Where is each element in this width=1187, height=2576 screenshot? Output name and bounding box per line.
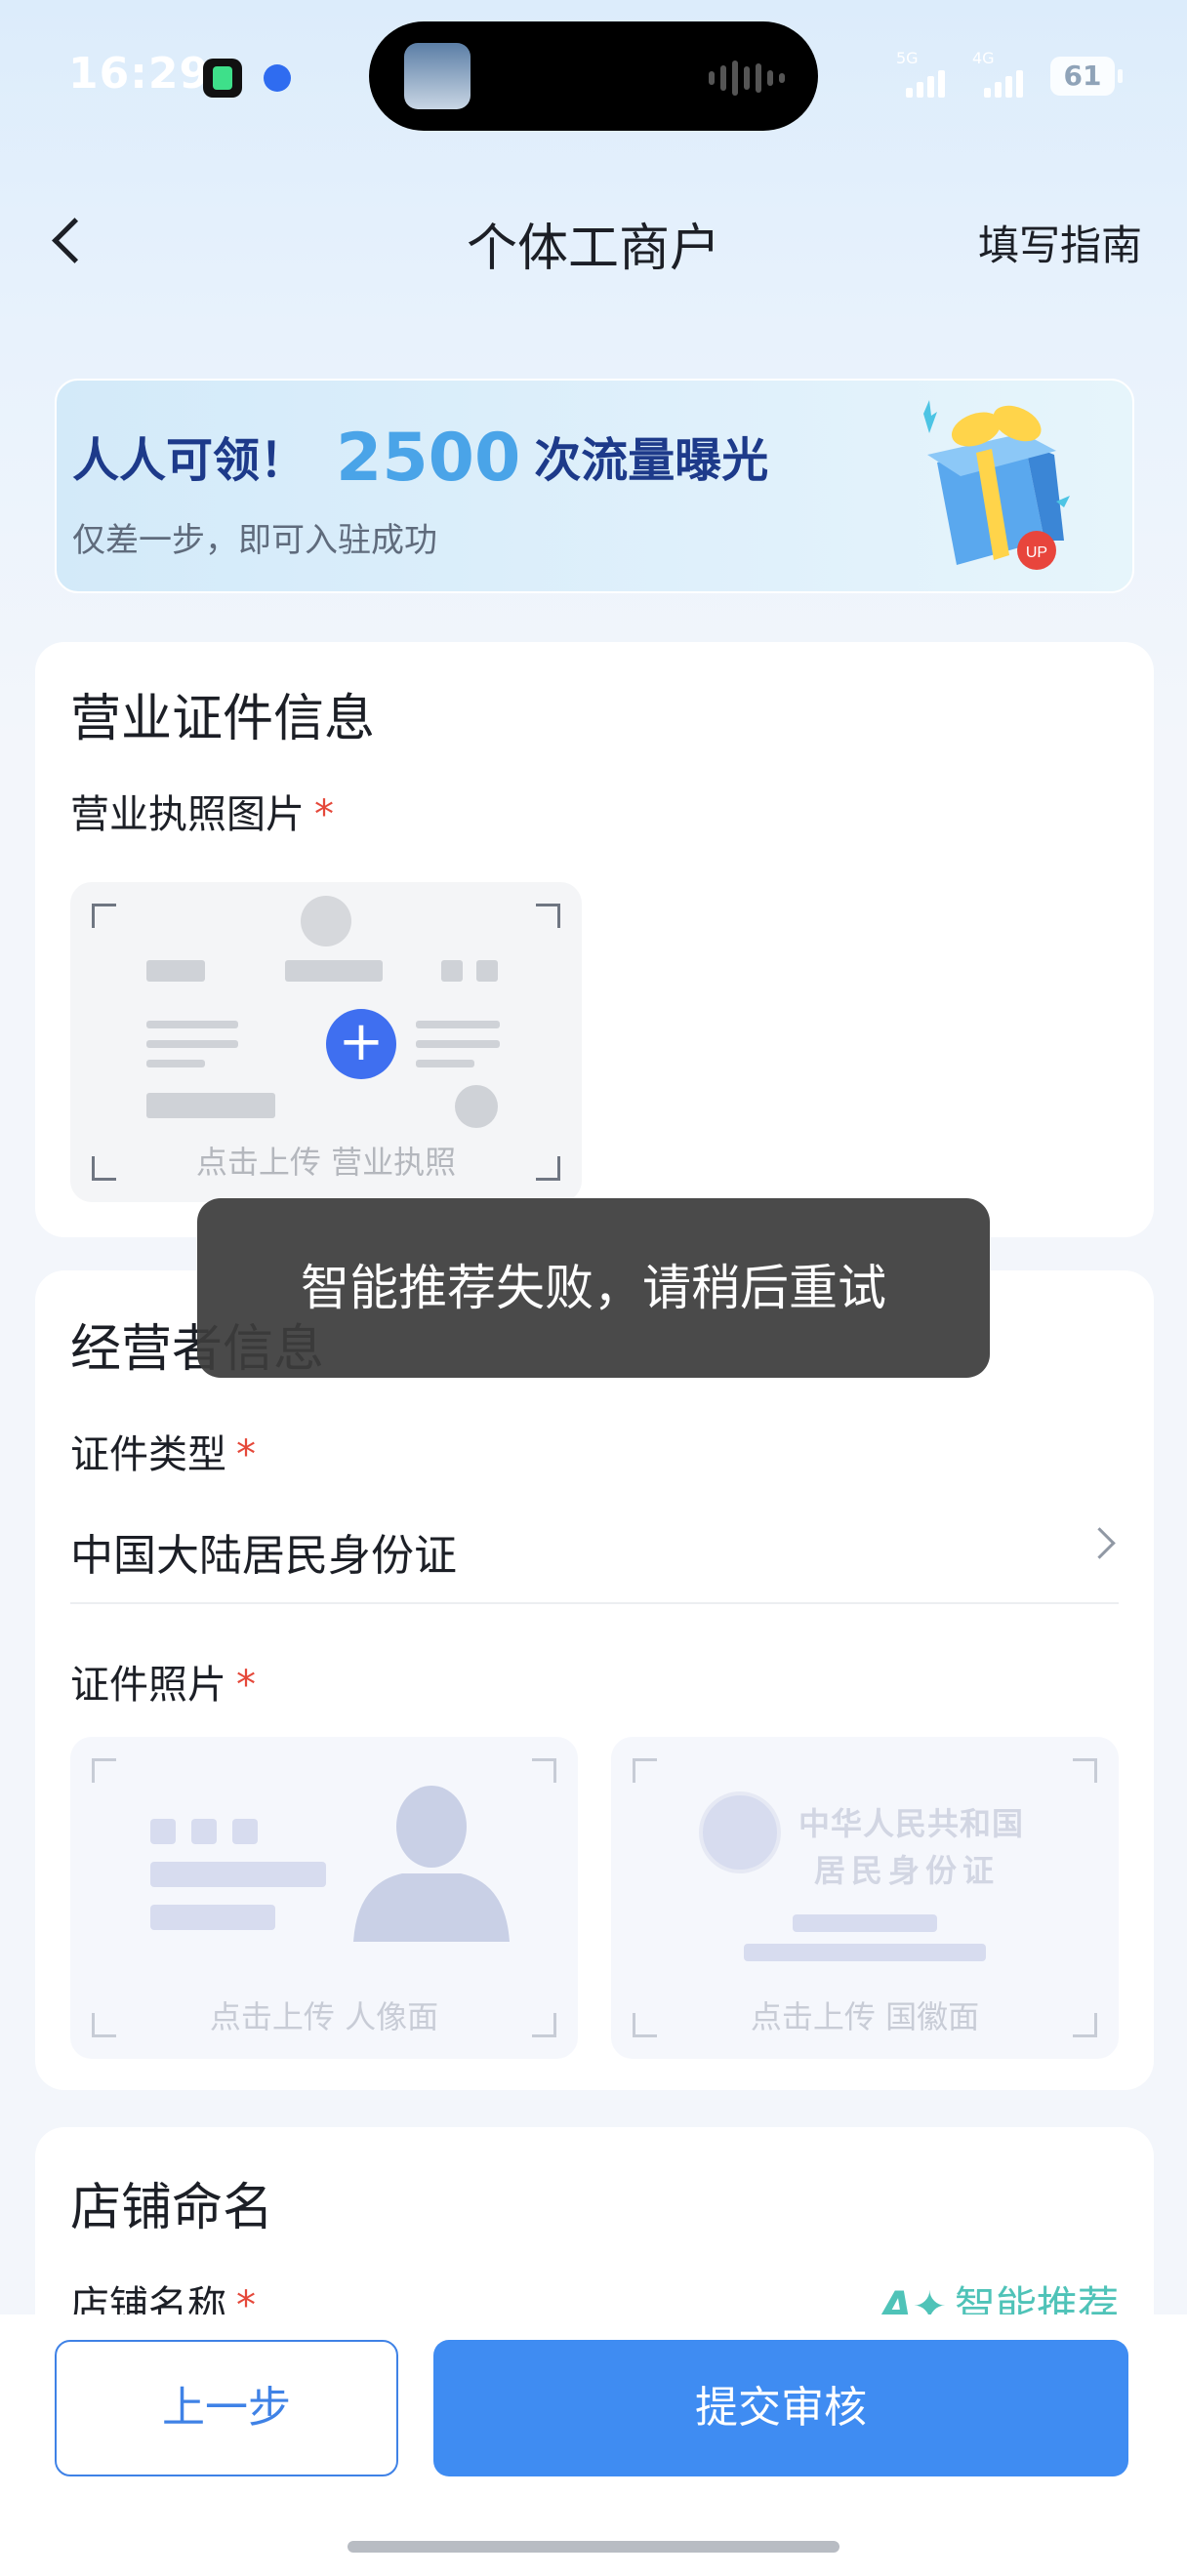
- id-portrait-upload[interactable]: 点击上传 人像面: [70, 1737, 578, 2059]
- status-time: 16:29: [68, 49, 211, 99]
- license-card: 营业证件信息 营业执照图片 * + 点击上传 营业执照: [35, 642, 1154, 1237]
- media-thumbnail: [404, 43, 471, 109]
- network-5g-label: 5G: [896, 49, 919, 67]
- signal-5g-icon: 5G: [896, 49, 964, 98]
- error-toast: 智能推荐失败，请稍后重试: [197, 1198, 990, 1378]
- id-emblem-upload[interactable]: 中华人民共和国 居民身份证 点击上传 国徽面: [611, 1737, 1119, 2059]
- operator-card: 经营者信息 证件类型* 中国大陆居民身份证 证件照片* 点击上传 人像面 中华人…: [35, 1270, 1154, 2090]
- banner-badge: UP: [1026, 544, 1047, 561]
- home-indicator[interactable]: [348, 2541, 839, 2553]
- banner-tail: 次流量曝光: [534, 433, 769, 488]
- license-section-title: 营业证件信息: [70, 690, 376, 748]
- submit-review-button[interactable]: 提交审核: [433, 2340, 1128, 2476]
- banner-headline: 人人可领！ 2500 次流量曝光: [72, 420, 768, 497]
- shop-section-title: 店铺命名: [70, 2179, 274, 2237]
- banner-lead: 人人可领！: [72, 433, 307, 488]
- promo-banner[interactable]: 人人可领！ 2500 次流量曝光 仅差一步，即可入驻成功 UP: [55, 379, 1134, 593]
- fill-guide-link[interactable]: 填写指南: [978, 213, 1142, 272]
- national-emblem-icon: [699, 1791, 781, 1873]
- status-bar: 16:29 5G 4G 61: [0, 0, 1187, 156]
- signal-4g-icon: 4G: [972, 49, 1041, 98]
- battery-icon: 61: [1050, 57, 1123, 96]
- id-type-label: 证件类型 *: [70, 1423, 256, 1479]
- id-type-select[interactable]: 中国大陆居民身份证: [70, 1485, 1119, 1604]
- license-image-label: 营业执照图片 *: [70, 783, 334, 839]
- previous-step-button[interactable]: 上一步: [55, 2340, 398, 2476]
- banner-subtitle: 仅差一步，即可入驻成功: [72, 521, 437, 560]
- banner-number: 2500: [336, 420, 521, 497]
- required-mark: *: [314, 792, 334, 837]
- id-card-name: 居民身份证: [814, 1852, 1001, 1889]
- id-type-value: 中国大陆居民身份证: [70, 1531, 457, 1581]
- id-photo-label: 证件照片 *: [70, 1653, 256, 1710]
- license-image-label-text: 营业执照图片: [70, 792, 305, 837]
- license-upload-caption: 点击上传 营业执照: [195, 1144, 457, 1181]
- portrait-upload-caption: 点击上传 人像面: [209, 1998, 439, 2035]
- emblem-upload-caption: 点击上传 国徽面: [750, 1998, 980, 2035]
- required-mark: *: [236, 1432, 256, 1477]
- id-type-label-text: 证件类型: [70, 1432, 226, 1477]
- add-photo-button[interactable]: +: [326, 1009, 396, 1079]
- audio-wave-icon: [709, 60, 785, 96]
- emblem-icon: [301, 896, 351, 946]
- gift-box-icon: UP: [923, 400, 1070, 570]
- id-photo-label-text: 证件照片: [70, 1663, 226, 1708]
- id-card-country: 中华人民共和国: [798, 1805, 1025, 1842]
- person-silhouette-icon: [353, 1786, 510, 1942]
- required-mark: *: [236, 1663, 256, 1708]
- bottom-action-bar: 上一步 提交审核: [0, 2314, 1187, 2576]
- chevron-right-icon: [1084, 1527, 1116, 1559]
- music-app-icon: [203, 59, 242, 98]
- baidu-app-icon: [258, 59, 297, 98]
- license-upload-box[interactable]: + 点击上传 营业执照: [70, 882, 582, 1202]
- dynamic-island[interactable]: [369, 21, 818, 131]
- network-4g-label: 4G: [972, 49, 995, 67]
